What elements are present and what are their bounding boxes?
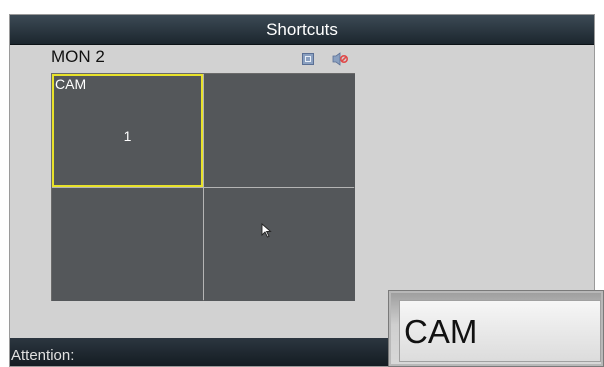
mouse-pointer-icon bbox=[261, 223, 273, 239]
fullscreen-icon[interactable] bbox=[302, 53, 314, 65]
camera-cell-1[interactable]: CAM 1 bbox=[52, 74, 203, 187]
window-title: Shortcuts bbox=[10, 15, 594, 45]
camera-cell-4[interactable] bbox=[204, 188, 355, 301]
camera-grid: CAM 1 bbox=[51, 73, 355, 301]
monitor-label: MON 2 bbox=[51, 47, 105, 66]
cam-popup-button[interactable]: CAM bbox=[388, 290, 604, 367]
camera-cell-2[interactable] bbox=[204, 74, 355, 187]
mute-icon[interactable] bbox=[332, 52, 349, 66]
camera-cell-label: CAM bbox=[55, 76, 87, 92]
camera-cell-number: 1 bbox=[123, 128, 132, 144]
camera-cell-3[interactable] bbox=[52, 188, 203, 301]
cam-popup-label: CAM bbox=[404, 313, 478, 350]
status-text: Attention: bbox=[11, 347, 75, 364]
